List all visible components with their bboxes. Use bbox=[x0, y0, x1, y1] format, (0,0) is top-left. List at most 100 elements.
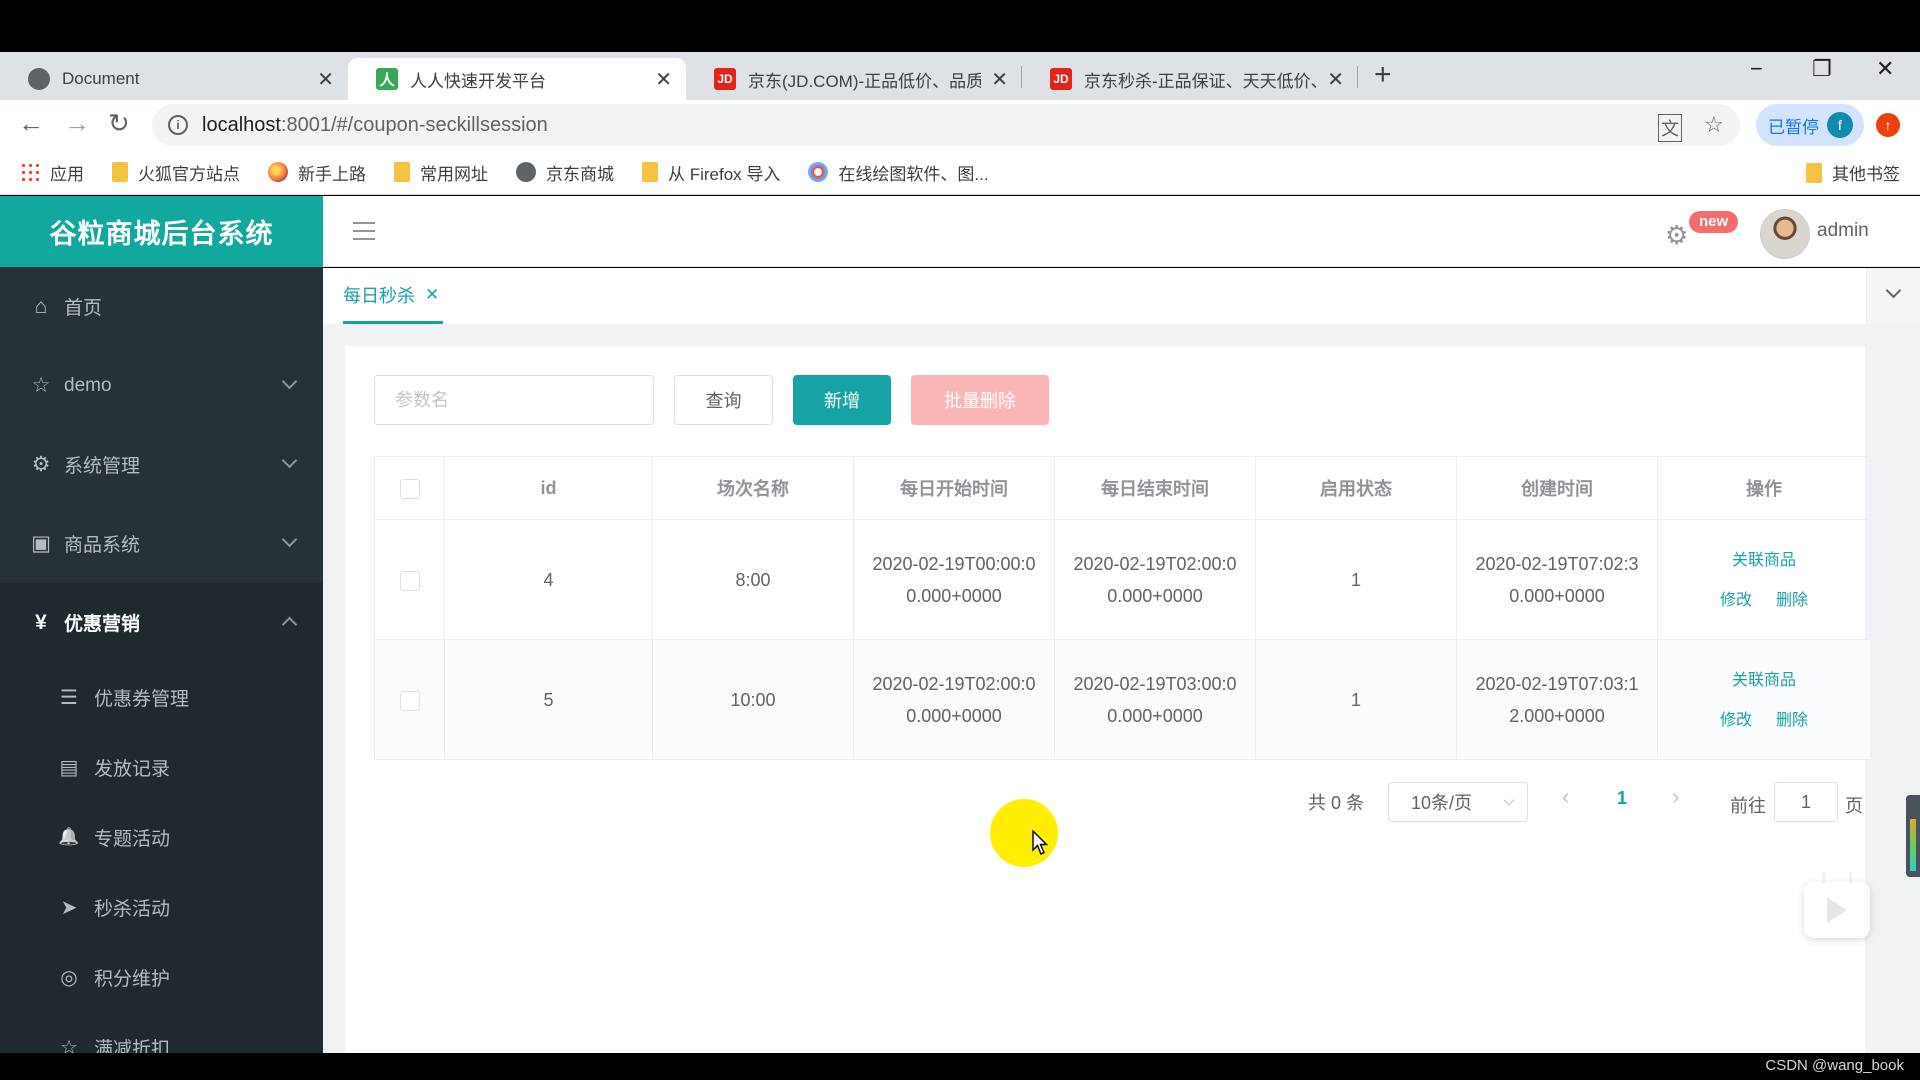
column-header[interactable]: 创建时间 bbox=[1456, 456, 1658, 520]
sidebar-item-demo[interactable]: ☆ demo bbox=[0, 346, 323, 425]
browser-tab-jd[interactable]: JD 京东(JD.COM)-正品低价、品质保 ✕ bbox=[686, 58, 1022, 100]
star-icon: ☆ bbox=[31, 374, 51, 397]
bookmark-common-sites[interactable]: 常用网址 bbox=[394, 160, 488, 185]
current-page[interactable]: 1 bbox=[1617, 788, 1627, 809]
bookmark-firefox-site[interactable]: 火狐官方站点 bbox=[112, 160, 240, 185]
column-header[interactable]: 每日结束时间 bbox=[1054, 456, 1256, 520]
sidebar-item-product[interactable]: ▣ 商品系统 bbox=[0, 504, 323, 583]
tab-seckill-session[interactable]: 每日秒杀 ✕ bbox=[343, 268, 444, 324]
close-tab-icon[interactable]: ✕ bbox=[991, 67, 1008, 92]
profile-paused-button[interactable]: 已暂停 f bbox=[1756, 104, 1864, 146]
add-button[interactable]: 新增 bbox=[793, 375, 891, 425]
sidebar-item-label: 系统管理 bbox=[64, 456, 141, 477]
sidebar-item-home[interactable]: ⌂ 首页 bbox=[0, 267, 323, 346]
sidebar-item-label: 专题活动 bbox=[94, 828, 171, 850]
batch-delete-button[interactable]: 批量删除 bbox=[911, 375, 1049, 425]
send-icon: ➤ bbox=[60, 896, 78, 919]
column-header[interactable]: 每日开始时间 bbox=[853, 456, 1055, 520]
row-select-cell bbox=[374, 639, 445, 760]
sidebar-subitem-points[interactable]: ◎ 积分维护 bbox=[0, 942, 323, 1012]
profile-status: 已暂停 bbox=[1768, 117, 1819, 137]
seckill-session-table: id 场次名称 每日开始时间 每日结束时间 启用状态 创建时间 操作 4 8:0… bbox=[374, 456, 1871, 760]
close-tab-icon[interactable]: ✕ bbox=[1327, 67, 1344, 92]
bookmark-label: 火狐官方站点 bbox=[138, 164, 240, 184]
close-icon[interactable]: ✕ bbox=[425, 285, 439, 305]
edit-link[interactable]: 修改 bbox=[1720, 592, 1752, 609]
browser-tab-renren[interactable]: 人 人人快速开发平台 ✕ bbox=[348, 58, 686, 100]
browser-tab-jd-seckill[interactable]: JD 京东秒杀-正品保证、天天低价、 ✕ bbox=[1022, 58, 1358, 100]
sidebar-item-coupon[interactable]: ¥ 优惠营销 bbox=[0, 583, 323, 662]
next-page-button[interactable]: › bbox=[1672, 784, 1679, 810]
sidebar-subitem-seckill[interactable]: ➤ 秒杀活动 bbox=[0, 872, 323, 942]
edit-link[interactable]: 修改 bbox=[1720, 712, 1752, 729]
tab-title: 京东秒杀-正品保证、天天低价、 bbox=[1084, 71, 1318, 91]
play-icon bbox=[1827, 897, 1847, 923]
minimize-button[interactable]: − bbox=[1750, 56, 1763, 82]
delete-link[interactable]: 删除 bbox=[1776, 712, 1808, 729]
prev-page-button[interactable]: ‹ bbox=[1562, 784, 1569, 810]
coupon-submenu: ☰ 优惠券管理 ▤ 发放记录 🔔 专题活动 ➤ 秒杀活动 ◎ 积分维护 ☆ 满减… bbox=[0, 662, 323, 1053]
cell-end-time: 2020-02-19T03:00:00.000+0000 bbox=[1054, 639, 1256, 760]
site-info-icon[interactable]: i bbox=[168, 115, 188, 135]
cell-id: 4 bbox=[444, 519, 653, 640]
browser-tab-document[interactable]: Document ✕ bbox=[0, 58, 348, 100]
star-icon: ☆ bbox=[60, 1036, 78, 1054]
reload-button[interactable]: ↻ bbox=[108, 108, 130, 139]
folder-icon bbox=[642, 162, 658, 182]
translate-icon[interactable]: 文 bbox=[1658, 114, 1682, 142]
username[interactable]: admin bbox=[1817, 220, 1869, 242]
menu-toggle-icon[interactable] bbox=[353, 222, 375, 240]
bookmark-firefox-import[interactable]: 从 Firefox 导入 bbox=[642, 160, 780, 185]
audio-level-widget bbox=[1906, 795, 1920, 877]
column-header[interactable]: 启用状态 bbox=[1255, 456, 1457, 520]
row-checkbox[interactable] bbox=[399, 570, 420, 591]
drawing-app-icon bbox=[808, 162, 829, 182]
globe-icon bbox=[28, 68, 50, 90]
apps-grid-icon bbox=[20, 162, 40, 182]
settings-gear-icon[interactable]: ⚙ bbox=[1665, 220, 1688, 251]
new-tab-button[interactable]: + bbox=[1374, 58, 1392, 92]
extension-update-icon[interactable]: ↑ bbox=[1876, 113, 1900, 137]
column-header[interactable]: 场次名称 bbox=[652, 456, 854, 520]
bookmark-apps[interactable]: 应用 bbox=[20, 160, 84, 185]
select-all-checkbox[interactable] bbox=[399, 478, 420, 499]
column-header[interactable]: id bbox=[444, 456, 653, 520]
bookmark-getting-started[interactable]: 新手上路 bbox=[268, 160, 366, 185]
sidebar-subitem-issue-records[interactable]: ▤ 发放记录 bbox=[0, 732, 323, 802]
chevron-down-icon bbox=[281, 531, 298, 548]
window-close-button[interactable]: ✕ bbox=[1876, 56, 1894, 82]
tab-tools-dropdown[interactable] bbox=[1866, 268, 1920, 324]
bookmark-drawing[interactable]: 在线绘图软件、图... bbox=[808, 160, 989, 185]
bookmark-label: 常用网址 bbox=[420, 164, 488, 184]
floating-video-button[interactable] bbox=[1804, 872, 1870, 938]
avatar[interactable] bbox=[1760, 209, 1810, 259]
bookmark-jd-mall[interactable]: 京东商城 bbox=[516, 160, 614, 185]
row-checkbox[interactable] bbox=[399, 690, 420, 711]
close-tab-icon[interactable]: ✕ bbox=[655, 67, 672, 92]
restore-button[interactable]: ❐ bbox=[1812, 56, 1832, 82]
bookmark-star-icon[interactable]: ☆ bbox=[1704, 112, 1724, 138]
cell-name: 10:00 bbox=[652, 639, 854, 760]
watermark: CSDN @wang_book bbox=[1765, 1057, 1904, 1074]
delete-link[interactable]: 删除 bbox=[1776, 592, 1808, 609]
relate-products-link[interactable]: 关联商品 bbox=[1732, 672, 1796, 689]
sidebar-subitem-topic[interactable]: 🔔 专题活动 bbox=[0, 802, 323, 872]
sidebar-item-system[interactable]: ⚙ 系统管理 bbox=[0, 425, 323, 504]
forward-button[interactable]: → bbox=[64, 108, 90, 139]
chevron-up-icon bbox=[281, 616, 298, 633]
sidebar-subitem-coupon-manage[interactable]: ☰ 优惠券管理 bbox=[0, 662, 323, 732]
page-size-select[interactable]: 10条/页 bbox=[1388, 782, 1528, 822]
query-button[interactable]: 查询 bbox=[674, 375, 773, 425]
param-name-search-input[interactable] bbox=[374, 375, 654, 425]
sidebar-item-label: 首页 bbox=[64, 298, 103, 319]
sidebar-subitem-discount[interactable]: ☆ 满减折扣 bbox=[0, 1012, 323, 1054]
address-bar[interactable]: i localhost:8001/#/coupon-seckillsession bbox=[152, 104, 1740, 146]
tab-label: 每日秒杀 bbox=[343, 285, 415, 306]
back-button[interactable]: ← bbox=[18, 108, 44, 139]
bookmark-other[interactable]: 其他书签 bbox=[1806, 150, 1900, 195]
relate-products-link[interactable]: 关联商品 bbox=[1732, 552, 1796, 569]
cell-created-time: 2020-02-19T07:03:12.000+0000 bbox=[1456, 639, 1658, 760]
close-tab-icon[interactable]: ✕ bbox=[317, 67, 334, 92]
goto-page-input[interactable] bbox=[1774, 782, 1838, 822]
bookmark-label: 新手上路 bbox=[298, 164, 366, 184]
